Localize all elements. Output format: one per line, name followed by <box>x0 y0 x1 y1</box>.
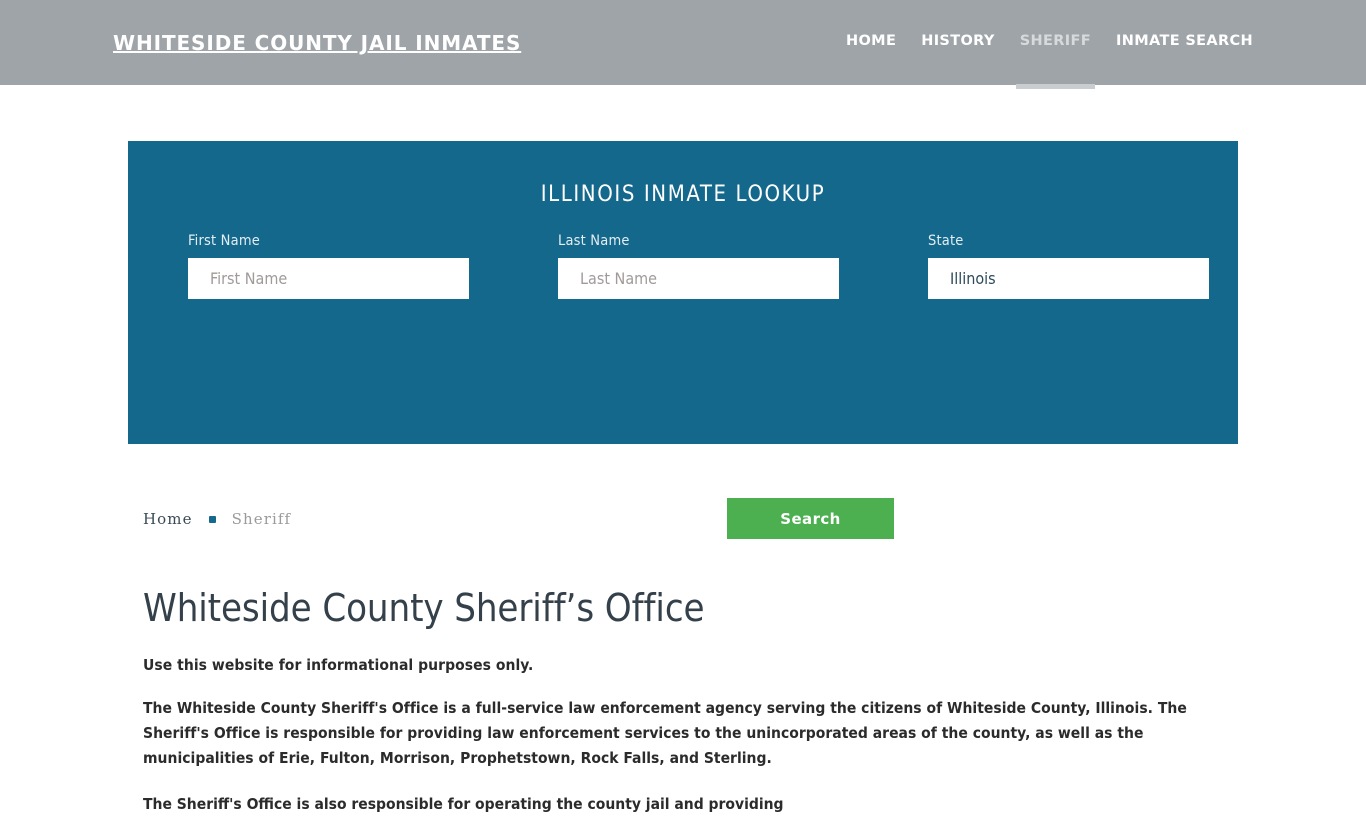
lookup-field-row: First Name Last Name State <box>128 233 1238 299</box>
inmate-lookup-panel: Illinois Inmate Lookup First Name Last N… <box>128 141 1238 539</box>
first-name-field-group: First Name <box>128 233 498 299</box>
state-input[interactable] <box>928 258 1209 299</box>
breadcrumb-item-current: Sheriff <box>231 510 292 528</box>
breadcrumb-item-home[interactable]: Home <box>143 510 193 528</box>
first-name-label: First Name <box>188 233 260 249</box>
last-name-input[interactable] <box>558 258 839 299</box>
intro-paragraph: The Whiteside County Sheriff's Office is… <box>143 698 1187 767</box>
nav-item-sheriff[interactable]: Sheriff <box>1015 33 1096 89</box>
first-name-input[interactable] <box>188 258 469 299</box>
last-name-label: Last Name <box>558 233 630 249</box>
lookup-panel-title: Illinois Inmate Lookup <box>540 182 826 207</box>
nav-item-home[interactable]: Home <box>846 33 896 51</box>
state-label: State <box>928 233 964 249</box>
nav-item-inmate-search[interactable]: Inmate Search <box>1116 33 1253 51</box>
site-header: Whiteside County Jail Inmates Home Histo… <box>0 0 1366 89</box>
main-content: Home Sheriff Whiteside County Sheriff’s … <box>143 460 1223 817</box>
disclaimer-text: Use this website for informational purpo… <box>143 655 534 674</box>
nav-item-history[interactable]: History <box>921 33 995 51</box>
page-title: Whiteside County Sheriff’s Office <box>143 586 705 630</box>
cut-off-paragraph: The Sheriff's Office is also responsible… <box>143 794 784 813</box>
state-field-group: State <box>868 233 1238 299</box>
bullet-separator-icon <box>208 515 216 523</box>
last-name-field-group: Last Name <box>498 233 868 299</box>
main-navigation: Home History Sheriff Inmate Search <box>846 33 1253 89</box>
breadcrumb: Home Sheriff <box>143 504 1223 534</box>
site-brand-title[interactable]: Whiteside County Jail Inmates <box>113 31 521 55</box>
